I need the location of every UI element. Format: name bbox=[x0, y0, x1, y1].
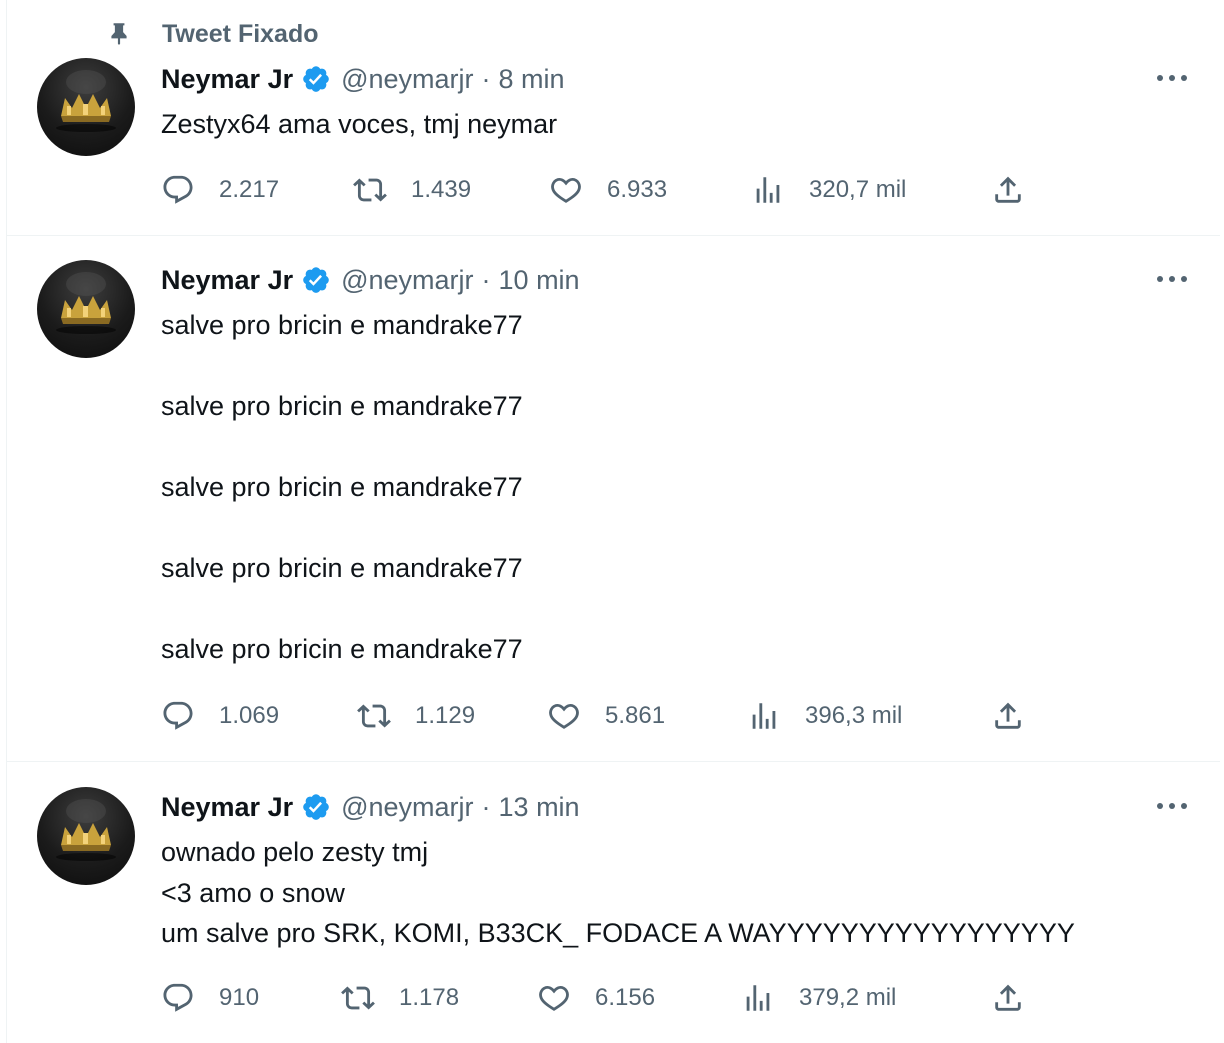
views-button[interactable]: 396,3 mil bbox=[747, 696, 902, 736]
separator-dot: · bbox=[481, 264, 491, 295]
retweet-icon bbox=[341, 981, 375, 1015]
views-icon bbox=[747, 699, 781, 733]
more-icon bbox=[1155, 801, 1189, 811]
views-button[interactable]: 379,2 mil bbox=[741, 978, 896, 1018]
crown-avatar-image bbox=[37, 787, 135, 885]
tweet-text: Zestyx64 ama voces, tmj neymar bbox=[161, 109, 558, 139]
tweet-actions: 2.217 1.439 6.933 320,7 mil bbox=[161, 170, 1041, 210]
author-name[interactable]: Neymar Jr bbox=[161, 64, 293, 95]
verified-badge-icon bbox=[301, 64, 331, 94]
avatar[interactable] bbox=[37, 260, 135, 358]
tweet-text: salve pro bricin e mandrake77 salve pro … bbox=[161, 310, 523, 664]
crown-avatar-image bbox=[37, 58, 135, 156]
timestamp[interactable]: 10 min bbox=[499, 265, 580, 296]
retweet-button[interactable]: 1.129 bbox=[357, 696, 475, 736]
crown-avatar-image bbox=[37, 260, 135, 358]
timestamp[interactable]: 13 min bbox=[499, 792, 580, 823]
reply-button[interactable]: 2.217 bbox=[161, 170, 279, 210]
views-icon bbox=[741, 981, 775, 1015]
author-handle[interactable]: @neymarjr bbox=[341, 792, 473, 823]
author-name[interactable]: Neymar Jr bbox=[161, 265, 293, 296]
like-icon bbox=[549, 173, 583, 207]
retweet-button[interactable]: 1.178 bbox=[341, 978, 459, 1018]
reply-count: 1.069 bbox=[219, 702, 280, 729]
share-button[interactable] bbox=[991, 696, 1025, 736]
share-icon bbox=[991, 981, 1025, 1015]
verified-badge-icon bbox=[301, 792, 331, 822]
tweet-card[interactable]: Tweet Fixado Neymar Jr @neymarjr · 8 min… bbox=[6, 0, 1220, 236]
separator-dot: · bbox=[481, 791, 491, 822]
more-icon bbox=[1155, 274, 1189, 284]
pin-icon bbox=[106, 20, 132, 46]
tweet-timeline: Tweet Fixado Neymar Jr @neymarjr · 8 min… bbox=[6, 0, 1220, 1043]
reply-icon bbox=[161, 981, 195, 1015]
pinned-label: Tweet Fixado bbox=[162, 20, 319, 48]
reply-button[interactable]: 1.069 bbox=[161, 696, 279, 736]
like-icon bbox=[547, 699, 581, 733]
retweet-button[interactable]: 1.439 bbox=[353, 170, 471, 210]
reply-count: 910 bbox=[219, 984, 260, 1011]
view-count: 396,3 mil bbox=[805, 702, 903, 729]
like-button[interactable]: 6.933 bbox=[549, 170, 667, 210]
views-button[interactable]: 320,7 mil bbox=[751, 170, 906, 210]
reply-count: 2.217 bbox=[219, 176, 280, 203]
retweet-count: 1.439 bbox=[411, 176, 472, 203]
retweet-count: 1.178 bbox=[399, 984, 460, 1011]
separator-dot: · bbox=[481, 63, 491, 94]
author-name[interactable]: Neymar Jr bbox=[161, 792, 293, 823]
share-button[interactable] bbox=[991, 170, 1025, 210]
tweet-actions: 1.069 1.129 5.861 396,3 mil bbox=[161, 696, 1041, 736]
timestamp[interactable]: 8 min bbox=[499, 64, 565, 95]
retweet-icon bbox=[357, 699, 391, 733]
reply-icon bbox=[161, 699, 195, 733]
author-handle[interactable]: @neymarjr bbox=[341, 265, 473, 296]
tweet-actions: 910 1.178 6.156 379,2 mil bbox=[161, 978, 1041, 1018]
view-count: 379,2 mil bbox=[799, 984, 897, 1011]
tweet-header: Neymar Jr @neymarjr · 8 min bbox=[161, 62, 565, 96]
share-button[interactable] bbox=[991, 978, 1025, 1018]
more-icon bbox=[1155, 73, 1189, 83]
like-icon bbox=[537, 981, 571, 1015]
tweet-card[interactable]: Neymar Jr @neymarjr · 10 min salve pro b… bbox=[6, 236, 1220, 762]
tweet-card[interactable]: Neymar Jr @neymarjr · 13 min ownado pelo… bbox=[6, 762, 1220, 1043]
like-count: 6.156 bbox=[595, 984, 656, 1011]
author-handle[interactable]: @neymarjr bbox=[341, 64, 473, 95]
like-button[interactable]: 6.156 bbox=[537, 978, 655, 1018]
share-icon bbox=[991, 699, 1025, 733]
pinned-indicator: Tweet Fixado bbox=[106, 18, 319, 48]
retweet-count: 1.129 bbox=[415, 702, 476, 729]
share-icon bbox=[991, 173, 1025, 207]
view-count: 320,7 mil bbox=[809, 176, 907, 203]
avatar[interactable] bbox=[37, 58, 135, 156]
more-options-button[interactable] bbox=[1152, 63, 1192, 93]
like-count: 5.861 bbox=[605, 702, 666, 729]
views-icon bbox=[751, 173, 785, 207]
more-options-button[interactable] bbox=[1152, 791, 1192, 821]
like-count: 6.933 bbox=[607, 176, 668, 203]
reply-icon bbox=[161, 173, 195, 207]
like-button[interactable]: 5.861 bbox=[547, 696, 665, 736]
tweet-header: Neymar Jr @neymarjr · 13 min bbox=[161, 790, 580, 824]
tweet-header: Neymar Jr @neymarjr · 10 min bbox=[161, 263, 580, 297]
retweet-icon bbox=[353, 173, 387, 207]
verified-badge-icon bbox=[301, 265, 331, 295]
tweet-text: ownado pelo zesty tmj <3 amo o snow um s… bbox=[161, 837, 1075, 948]
reply-button[interactable]: 910 bbox=[161, 978, 259, 1018]
avatar[interactable] bbox=[37, 787, 135, 885]
more-options-button[interactable] bbox=[1152, 264, 1192, 294]
